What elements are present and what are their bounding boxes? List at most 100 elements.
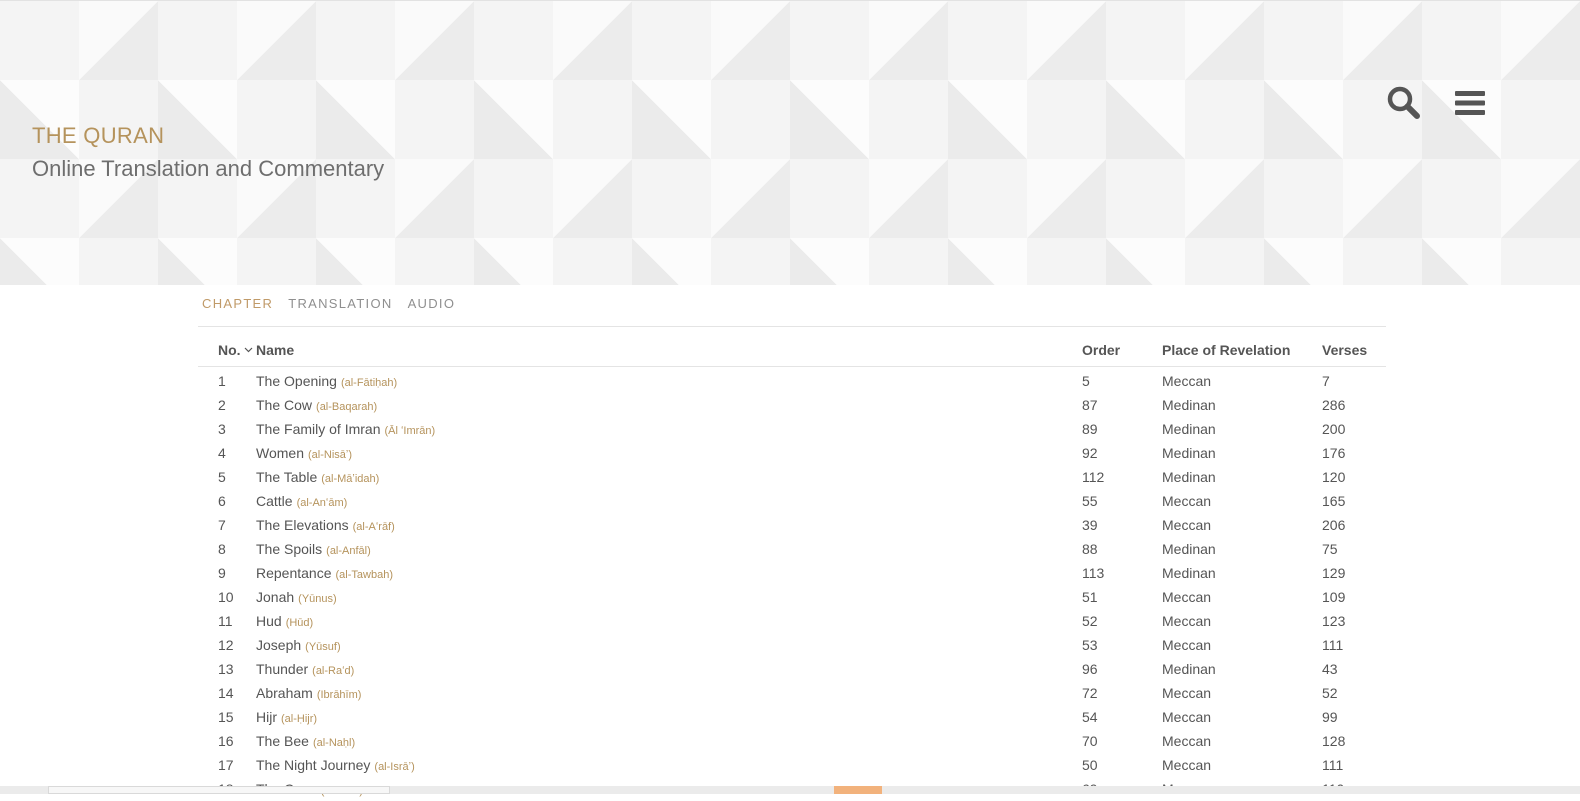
chapter-transliteration: (Āl ʻImrān) <box>384 425 436 437</box>
chapter-place: Meccan <box>1162 589 1212 605</box>
chapter-verses: 165 <box>1322 493 1346 509</box>
chapter-order: 87 <box>1082 397 1098 413</box>
chapter-name-cell: Repentance (al-Tawbah) <box>256 565 1082 581</box>
chapter-name-link[interactable]: Cattle <box>256 493 293 509</box>
chapter-name-link[interactable]: Joseph <box>256 637 301 653</box>
chapter-place: Meccan <box>1162 517 1212 533</box>
chapter-name-link[interactable]: The Family of Imran <box>256 421 380 437</box>
chapter-number: 6 <box>218 493 226 509</box>
chapter-name-link[interactable]: Thunder <box>256 661 308 677</box>
chapter-order: 54 <box>1082 709 1098 725</box>
table-row[interactable]: 8 The Spoils (al-Anfāl) 88 Medinan 75 <box>198 537 1386 561</box>
chapter-transliteration: (al-Naḥl) <box>312 737 356 749</box>
tab-chapter[interactable]: CHAPTER <box>202 296 273 311</box>
chapter-transliteration: (al-Anfāl) <box>326 545 371 557</box>
chapter-transliteration: (al-Baqarah) <box>316 401 378 413</box>
chapter-name-link[interactable]: The Elevations <box>256 517 349 533</box>
chapter-name-link[interactable]: The Bee <box>256 733 309 749</box>
chapter-name-link[interactable]: The Opening <box>256 373 337 389</box>
table-row[interactable]: 3 The Family of Imran (Āl ʻImrān) 89 Medinan… <box>198 417 1386 441</box>
chapter-transliteration: (al-Isrāʼ) <box>374 761 415 773</box>
table-header: No. Name Order Place of Revelation Verse… <box>198 334 1386 367</box>
tab-audio[interactable]: AUDIO <box>408 296 456 311</box>
chapter-name-cell: Women (al-Nisāʼ) <box>256 445 1082 461</box>
table-row[interactable]: 13 Thunder (al-Raʻd) 96 Medinan 43 <box>198 657 1386 681</box>
chapter-name-link[interactable]: Hud <box>256 613 282 629</box>
chapter-place: Medinan <box>1162 445 1216 461</box>
table-row[interactable]: 6 Cattle (al-Anʻām) 55 Meccan 165 <box>198 489 1386 513</box>
chapter-name-cell: Cattle (al-Anʻām) <box>256 493 1082 509</box>
chapter-place: Medinan <box>1162 541 1216 557</box>
table-row[interactable]: 17 The Night Journey (al-Isrāʼ) 50 Meccan 111 <box>198 753 1386 777</box>
chapter-order: 88 <box>1082 541 1098 557</box>
chapter-place: Meccan <box>1162 373 1212 389</box>
chapter-order: 51 <box>1082 589 1098 605</box>
chapter-name-link[interactable]: Repentance <box>256 565 332 581</box>
column-header-verses[interactable]: Verses <box>1322 342 1382 358</box>
chapter-verses: 111 <box>1322 637 1344 653</box>
chapter-verses: 43 <box>1322 661 1338 677</box>
chapter-transliteration: (Hūd) <box>285 617 314 629</box>
chapter-name-link[interactable]: The Spoils <box>256 541 322 557</box>
site-title[interactable]: THE QURAN <box>32 123 164 149</box>
chapter-verses: 206 <box>1322 517 1346 533</box>
hamburger-menu-icon <box>1455 91 1485 115</box>
tabs-divider <box>198 326 1386 327</box>
chapter-name-cell: The Cow (al-Baqarah) <box>256 397 1082 413</box>
column-header-order[interactable]: Order <box>1082 342 1162 358</box>
table-row[interactable]: 16 The Bee (al-Naḥl) 70 Meccan 128 <box>198 729 1386 753</box>
chapter-name-link[interactable]: Jonah <box>256 589 294 605</box>
table-row[interactable]: 2 The Cow (al-Baqarah) 87 Medinan 286 <box>198 393 1386 417</box>
chapter-verses: 128 <box>1322 733 1346 749</box>
chapter-order: 113 <box>1082 565 1105 581</box>
chapter-number: 10 <box>218 589 234 605</box>
table-row[interactable]: 7 The Elevations (al-Aʻrāf) 39 Meccan 206 <box>198 513 1386 537</box>
chapter-number: 17 <box>218 757 234 773</box>
chapter-place: Medinan <box>1162 397 1216 413</box>
chapter-order: 50 <box>1082 757 1098 773</box>
chapter-place: Meccan <box>1162 613 1212 629</box>
chapter-name-link[interactable]: Hijr <box>256 709 277 725</box>
chapter-name-cell: The Opening (al-Fātiḥah) <box>256 373 1082 389</box>
chapter-order: 112 <box>1082 469 1105 485</box>
chapter-number: 15 <box>218 709 234 725</box>
site-subtitle: Online Translation and Commentary <box>32 156 385 181</box>
search-button[interactable] <box>1384 83 1424 123</box>
chapter-place: Meccan <box>1162 685 1212 701</box>
menu-button[interactable] <box>1450 83 1490 123</box>
chapter-name-cell: Hud (Hūd) <box>256 613 1082 629</box>
table-row[interactable]: 4 Women (al-Nisāʼ) 92 Medinan 176 <box>198 441 1386 465</box>
table-body: 1 The Opening (al-Fātiḥah) 5 Meccan 7 2 The Cow… <box>198 369 1386 801</box>
chapter-verses: 99 <box>1322 709 1338 725</box>
table-row[interactable]: 10 Jonah (Yūnus) 51 Meccan 109 <box>198 585 1386 609</box>
chapter-transliteration: (al-Tawbah) <box>335 569 393 581</box>
chapter-order: 92 <box>1082 445 1098 461</box>
chapter-name-link[interactable]: Women <box>256 445 304 461</box>
column-header-name[interactable]: Name <box>256 342 1082 358</box>
chapter-place: Medinan <box>1162 421 1216 437</box>
table-row[interactable]: 11 Hud (Hūd) 52 Meccan 123 <box>198 609 1386 633</box>
column-header-place[interactable]: Place of Revelation <box>1162 342 1322 358</box>
chapter-name-link[interactable]: The Cow <box>256 397 312 413</box>
chapter-place: Medinan <box>1162 661 1216 677</box>
chapter-verses: 123 <box>1322 613 1346 629</box>
chapter-number: 11 <box>218 613 233 629</box>
chapter-verses: 176 <box>1322 445 1346 461</box>
table-row[interactable]: 14 Abraham (Ibrāhīm) 72 Meccan 52 <box>198 681 1386 705</box>
table-row[interactable]: 15 Hijr (al-Ḥijr) 54 Meccan 99 <box>198 705 1386 729</box>
table-row[interactable]: 12 Joseph (Yūsuf) 53 Meccan 111 <box>198 633 1386 657</box>
table-row[interactable]: 1 The Opening (al-Fātiḥah) 5 Meccan 7 <box>198 369 1386 393</box>
chapter-name-cell: Hijr (al-Ḥijr) <box>256 709 1082 725</box>
chapter-order: 52 <box>1082 613 1098 629</box>
tab-translation[interactable]: TRANSLATION <box>288 296 392 311</box>
chapter-verses: 75 <box>1322 541 1338 557</box>
column-header-no[interactable]: No. <box>218 342 258 358</box>
table-row[interactable]: 5 The Table (al-Māʼidah) 112 Medinan 120 <box>198 465 1386 489</box>
chapter-transliteration: (Ibrāhīm) <box>316 689 362 701</box>
chapter-name-cell: The Elevations (al-Aʻrāf) <box>256 517 1082 533</box>
chapter-verses: 129 <box>1322 565 1346 581</box>
chapter-name-link[interactable]: The Table <box>256 469 317 485</box>
chapter-name-link[interactable]: The Night Journey <box>256 757 370 773</box>
table-row[interactable]: 9 Repentance (al-Tawbah) 113 Medinan 129 <box>198 561 1386 585</box>
chapter-name-link[interactable]: Abraham <box>256 685 313 701</box>
